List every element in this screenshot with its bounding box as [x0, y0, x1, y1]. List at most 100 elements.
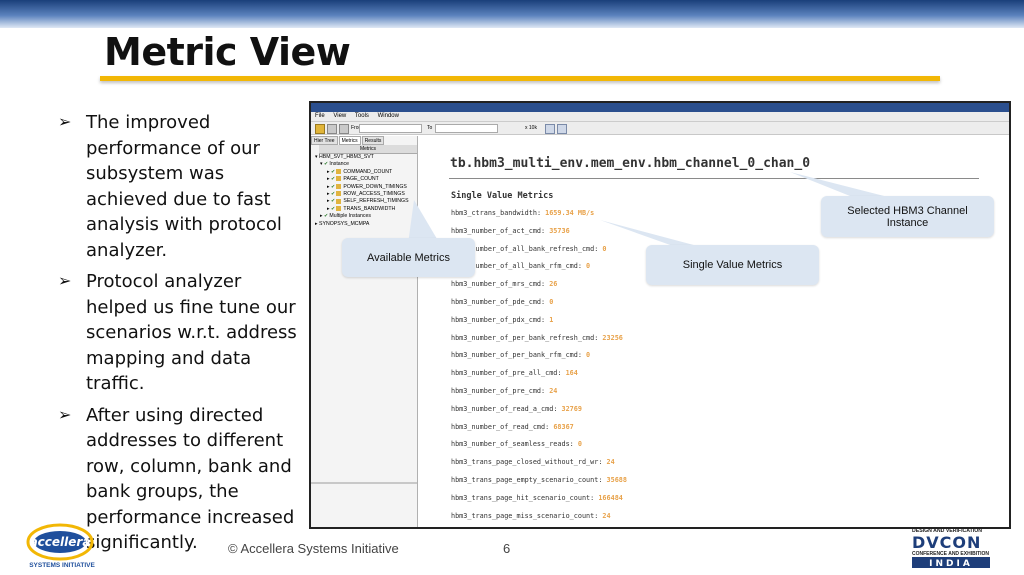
instance-title: tb.hbm3_multi_env.mem_env.hbm_channel_0_…	[450, 156, 811, 171]
menu-file[interactable]: File	[315, 113, 325, 119]
tab-results[interactable]: Results	[361, 136, 385, 145]
metric-row: hbm3_number_of_per_bank_rfm_cmd: 0	[451, 351, 590, 359]
metric-name: hbm3_number_of_per_bank_rfm_cmd	[451, 351, 578, 360]
metric-name: hbm3_number_of_read_a_cmd	[451, 404, 554, 413]
metric-name: hbm3_ctrans_bandwidth	[451, 209, 537, 217]
metric-name: hbm3_trans_page_empty_scenario_count	[451, 476, 599, 484]
to-field[interactable]	[435, 124, 498, 133]
folder-icon	[336, 176, 342, 182]
dvcon-india-logo: DESIGN AND VERIFICATION DVCON CONFERENCE…	[912, 528, 990, 569]
metric-view-pane: tb.hbm3_multi_env.mem_env.hbm_channel_0_…	[422, 136, 1007, 527]
metrics-tree: ▾ HBM_SVT_HBM3_SVT ▾ ✔Instance ▸ ✔ COMMAN…	[311, 154, 417, 228]
menu-tools[interactable]: Tools	[355, 113, 369, 119]
metrics-side-panel: Hier Tree Metrics Results Metrics ▾ HBM_…	[311, 136, 418, 527]
bullet-text: Protocol analyzer helped us fine tune ou…	[86, 271, 297, 394]
folder-icon	[336, 205, 342, 211]
metric-value: 35736	[549, 226, 570, 235]
zoom-in-icon[interactable]	[545, 124, 555, 134]
tree-item[interactable]: ▸ ✔Multiple Instances	[315, 213, 417, 220]
zoom-out-icon[interactable]	[557, 124, 567, 134]
tree-item[interactable]: ▸ ✔ TRANS_BANDWIDTH	[315, 206, 417, 213]
metric-separator: :	[557, 369, 566, 378]
metric-name: hbm3_trans_page_closed_without_rd_wr	[451, 458, 599, 467]
metric-name: hbm3_number_of_seamless_reads	[451, 440, 570, 449]
folder-icon	[336, 168, 342, 174]
metrics-column-header[interactable]: Metrics	[319, 145, 417, 154]
menu-window[interactable]: Window	[378, 113, 399, 119]
arrow-bullet-icon: ➢	[58, 114, 72, 131]
panel-tabs: Hier Tree Metrics Results	[311, 136, 417, 145]
metric-value: 0	[586, 351, 591, 360]
metric-separator: :	[541, 280, 550, 289]
tree-item[interactable]: ▸ SYNOPSYS_MCMPA	[315, 221, 417, 228]
svg-text:accellera: accellera	[30, 535, 91, 549]
menu-bar: File View Tools Window	[311, 112, 1009, 122]
metric-row: hbm3_number_of_mrs_cmd: 26	[451, 280, 557, 288]
bullet-text: The improved performance of our subsyste…	[86, 112, 282, 261]
metric-separator: :	[553, 404, 562, 413]
metric-row: hbm3_number_of_pre_all_cmd: 164	[451, 369, 578, 377]
metric-separator: :	[541, 298, 550, 306]
tree-item[interactable]: ▸ ✔ SELF_REFRESH_TIMINGS	[315, 198, 417, 205]
svg-text:INDIA: INDIA	[929, 559, 973, 569]
metric-value: 32769	[561, 404, 582, 413]
metric-name: hbm3_number_of_pdx_cmd	[451, 315, 542, 324]
footer-copyright: © Accellera Systems Initiative	[228, 541, 399, 556]
menu-view[interactable]: View	[333, 113, 346, 119]
metric-separator: :	[577, 351, 587, 360]
tab-metrics[interactable]: Metrics	[338, 136, 361, 145]
slide-title: Metric View	[104, 30, 351, 74]
metric-row: hbm3_number_of_per_bank_refresh_cmd: 232…	[451, 334, 623, 342]
metric-value: 0	[549, 298, 554, 306]
section-title: Single Value Metrics	[451, 191, 554, 201]
single-value-metrics-callout: Single Value Metrics	[646, 245, 819, 285]
metric-separator: :	[598, 476, 607, 484]
tree-item[interactable]: ▸ ✔ POWER_DOWN_TIMINGS	[315, 184, 417, 191]
metric-value: 0	[577, 440, 582, 449]
metric-value: 23256	[602, 333, 623, 342]
page-number: 6	[503, 541, 511, 556]
metric-separator: :	[577, 262, 587, 271]
metric-row: hbm3_trans_page_closed_without_rd_wr: 24	[451, 458, 615, 466]
bullet-item: ➢ Protocol analyzer helped us fine tune …	[58, 269, 308, 397]
metric-name: hbm3_number_of_mrs_cmd	[451, 280, 542, 289]
grid-icon[interactable]	[339, 124, 349, 134]
protocol-analyzer-screenshot: File View Tools Window From To x 10k Hie…	[309, 101, 1011, 529]
svg-text:CONFERENCE AND EXHIBITION: CONFERENCE AND EXHIBITION	[912, 551, 989, 557]
tree-item[interactable]: ▾ HBM_SVT_HBM3_SVT	[315, 154, 417, 161]
svg-text:DVCON: DVCON	[912, 533, 981, 552]
tree-item[interactable]: ▾ ✔Instance	[315, 161, 417, 168]
metric-row: hbm3_ctrans_bandwidth: 1659.34 MB/s	[451, 209, 594, 217]
instance-title-divider	[449, 178, 979, 179]
bullet-list: ➢ The improved performance of our subsys…	[58, 110, 308, 562]
metric-value: 24	[602, 511, 611, 520]
metric-value: 26	[549, 280, 558, 289]
grid-icon[interactable]	[327, 124, 337, 134]
svg-text:SYSTEMS INITIATIVE: SYSTEMS INITIATIVE	[29, 562, 95, 569]
metric-separator: :	[541, 387, 550, 395]
accellera-logo: accellera SYSTEMS INITIATIVE	[26, 523, 95, 569]
metric-separator: :	[598, 458, 607, 467]
metric-name: hbm3_number_of_per_bank_refresh_cmd	[451, 333, 595, 342]
window-titlebar	[311, 103, 1009, 112]
metric-name: hbm3_number_of_act_cmd	[451, 226, 542, 235]
metric-row: hbm3_trans_page_empty_scenario_count: 35…	[451, 476, 627, 484]
metric-value: 35688	[606, 476, 627, 484]
folder-icon[interactable]	[315, 124, 325, 134]
metric-row: hbm3_number_of_pde_cmd: 0	[451, 298, 553, 306]
metric-name: hbm3_number_of_pre_cmd	[451, 387, 542, 395]
tree-item[interactable]: ▸ ✔ PAGE_COUNT	[315, 176, 417, 183]
title-underline	[100, 76, 940, 81]
metric-separator: :	[541, 226, 550, 235]
tree-item[interactable]: ▸ ✔ COMMAND_COUNT	[315, 169, 417, 176]
metric-name: hbm3_number_of_pre_all_cmd	[451, 369, 558, 378]
tab-hier-tree[interactable]: Hier Tree	[311, 136, 338, 145]
metric-row: hbm3_number_of_read_cmd: 68367	[451, 423, 574, 431]
available-metrics-callout: Available Metrics	[342, 238, 475, 277]
folder-icon	[336, 191, 342, 197]
arrow-bullet-icon: ➢	[58, 273, 72, 290]
tree-item[interactable]: ▸ ✔ ROW_ACCESS_TIMINGS	[315, 191, 417, 198]
metric-value: 24	[549, 387, 558, 395]
from-field[interactable]	[359, 124, 422, 133]
panel-splitter[interactable]	[311, 482, 417, 484]
